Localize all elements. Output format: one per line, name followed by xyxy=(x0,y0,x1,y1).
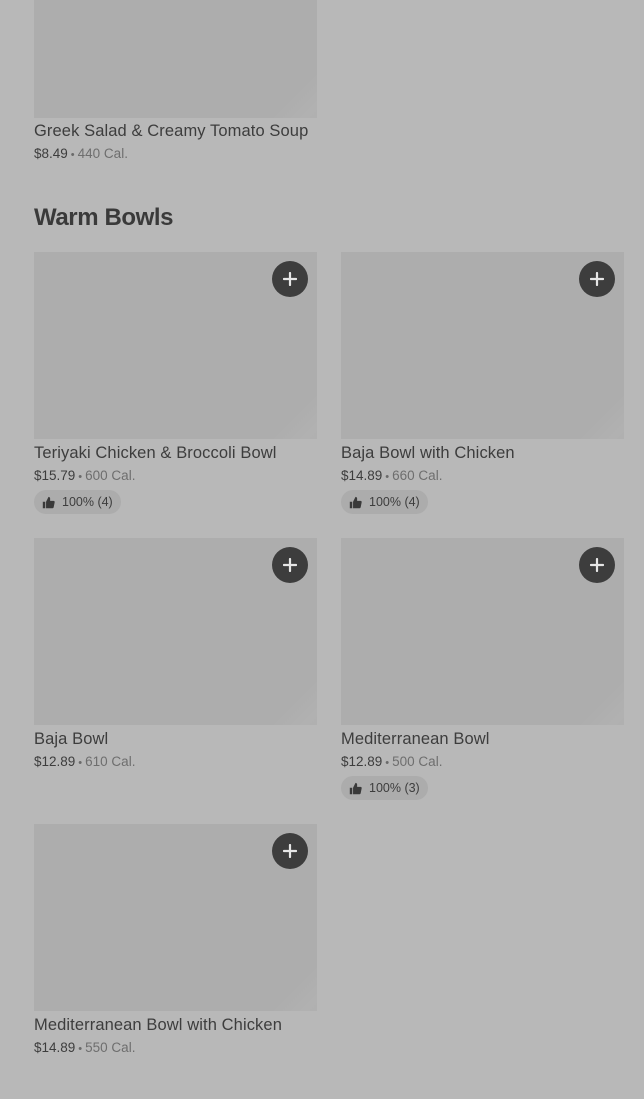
item-meta: $8.49 • 440 Cal. xyxy=(34,145,128,164)
item-calories: 600 Cal. xyxy=(85,468,136,483)
rating-text: 100% (3) xyxy=(369,781,420,795)
item-image[interactable] xyxy=(34,0,317,118)
item-image[interactable] xyxy=(341,538,624,725)
item-image[interactable] xyxy=(34,538,317,725)
item-name: Greek Salad & Creamy Tomato Soup xyxy=(34,122,309,140)
plus-icon xyxy=(590,272,604,286)
add-to-cart-button[interactable] xyxy=(272,261,308,297)
thumbs-up-icon xyxy=(349,782,362,794)
meta-separator: • xyxy=(70,149,75,161)
plus-icon xyxy=(590,558,604,572)
rating-text: 100% (4) xyxy=(62,495,113,509)
rating-badge: 100% (4) xyxy=(34,490,121,514)
item-meta: $12.89 • 500 Cal. xyxy=(341,753,442,772)
item-name: Mediterranean Bowl with Chicken xyxy=(34,1016,282,1034)
plus-icon xyxy=(283,558,297,572)
item-image[interactable] xyxy=(34,252,317,439)
item-meta: $14.89 • 660 Cal. xyxy=(341,467,442,486)
item-price: $14.89 xyxy=(34,1040,76,1055)
item-image[interactable] xyxy=(341,252,624,439)
item-calories: 610 Cal. xyxy=(85,754,136,769)
rating-badge: 100% (3) xyxy=(341,776,428,800)
item-meta: $12.89 • 610 Cal. xyxy=(34,753,135,772)
item-meta: $15.79 • 600 Cal. xyxy=(34,467,135,486)
meta-separator: • xyxy=(78,757,83,769)
item-price: $15.79 xyxy=(34,468,76,483)
item-name: Teriyaki Chicken & Broccoli Bowl xyxy=(34,444,277,462)
meta-separator: • xyxy=(385,471,390,483)
item-name: Mediterranean Bowl xyxy=(341,730,490,748)
item-calories: 500 Cal. xyxy=(392,754,443,769)
item-price: $14.89 xyxy=(341,468,383,483)
add-to-cart-button[interactable] xyxy=(272,833,308,869)
item-name: Baja Bowl xyxy=(34,730,109,748)
item-price: $12.89 xyxy=(34,754,76,769)
item-price: $8.49 xyxy=(34,146,68,161)
item-price: $12.89 xyxy=(341,754,383,769)
plus-icon xyxy=(283,272,297,286)
add-to-cart-button[interactable] xyxy=(579,547,615,583)
rating-text: 100% (4) xyxy=(369,495,420,509)
item-name: Baja Bowl with Chicken xyxy=(341,444,515,462)
item-meta: $14.89 • 550 Cal. xyxy=(34,1039,135,1058)
thumbs-up-icon xyxy=(42,496,55,508)
add-to-cart-button[interactable] xyxy=(272,547,308,583)
rating-badge: 100% (4) xyxy=(341,490,428,514)
thumbs-up-icon xyxy=(349,496,362,508)
meta-separator: • xyxy=(78,1043,83,1055)
section-title: Warm Bowls xyxy=(34,204,174,231)
item-image[interactable] xyxy=(34,824,317,1011)
meta-separator: • xyxy=(385,757,390,769)
item-calories: 550 Cal. xyxy=(85,1040,136,1055)
add-to-cart-button[interactable] xyxy=(579,261,615,297)
meta-separator: • xyxy=(78,471,83,483)
item-calories: 660 Cal. xyxy=(392,468,443,483)
plus-icon xyxy=(283,844,297,858)
item-calories: 440 Cal. xyxy=(77,146,128,161)
